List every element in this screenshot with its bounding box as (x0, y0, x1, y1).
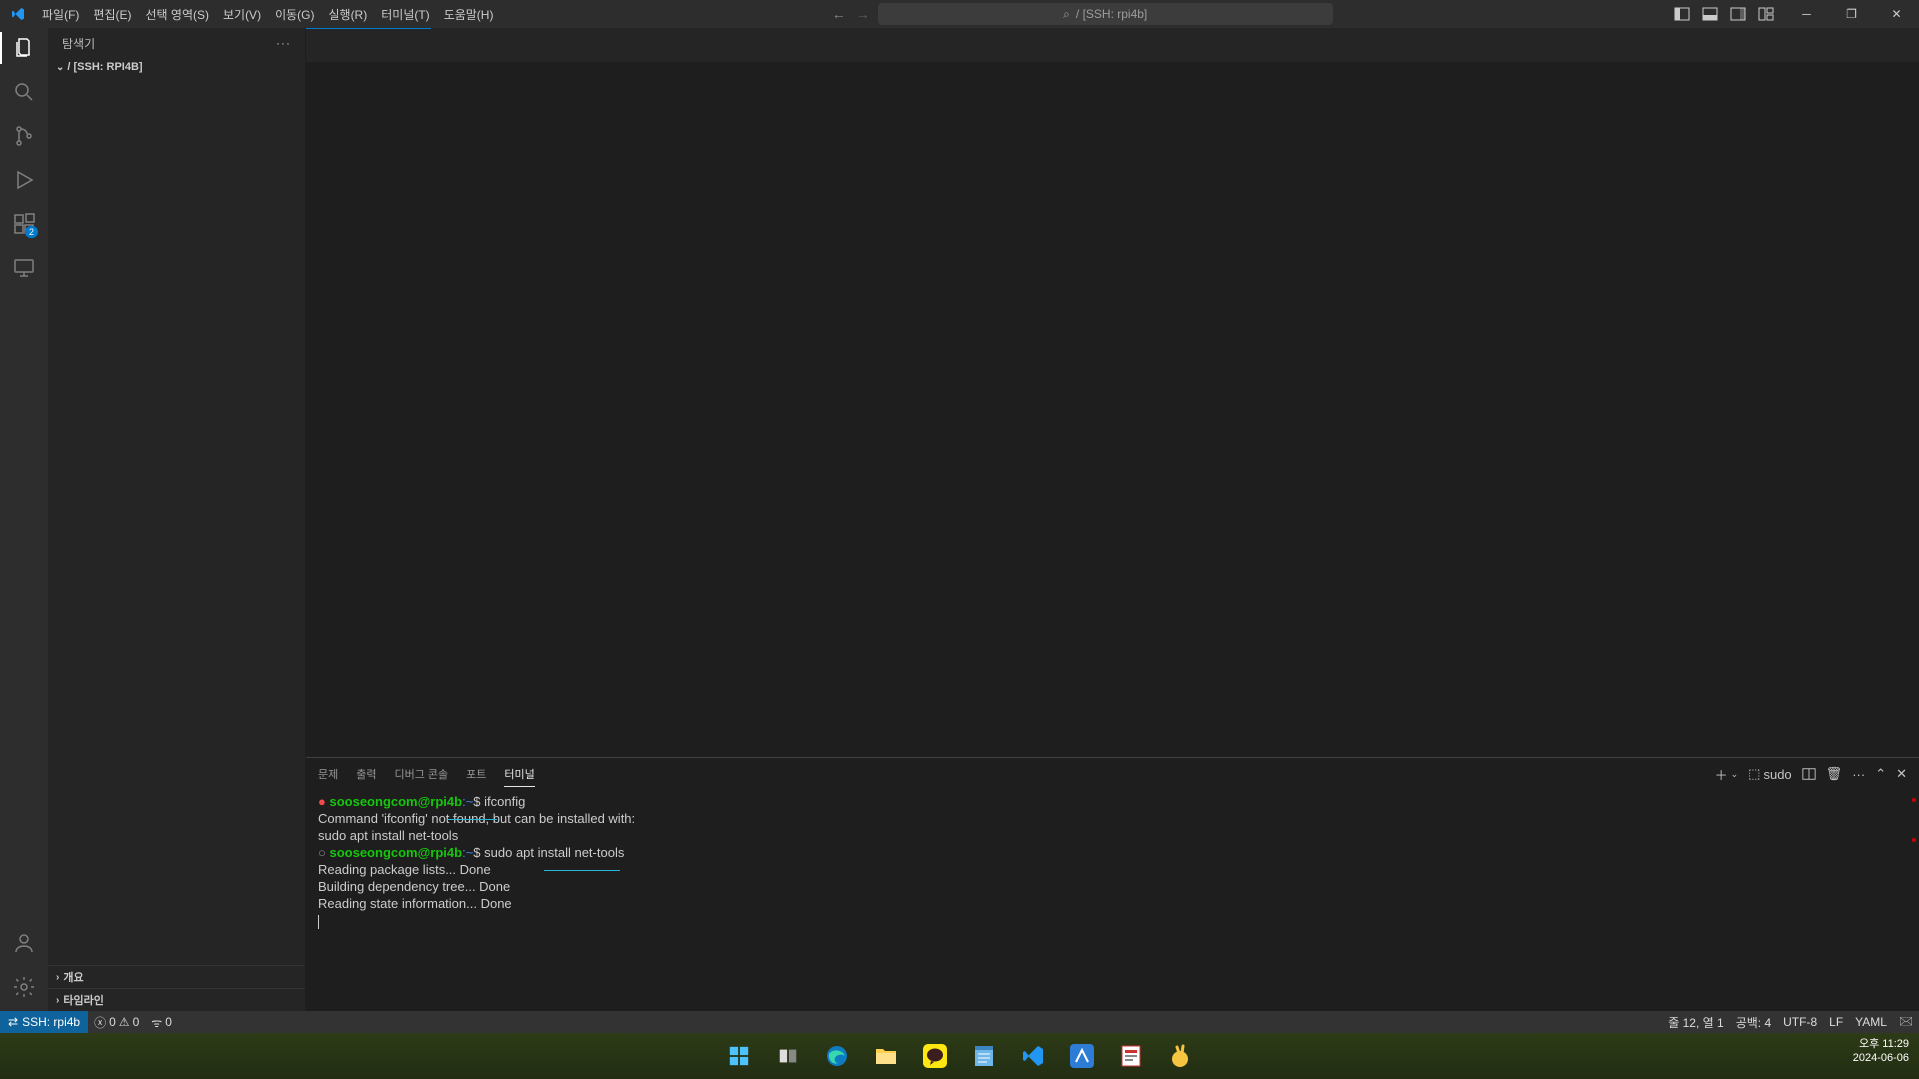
status-indentation[interactable]: 공백: 4 (1730, 1014, 1777, 1031)
editor-group: 문제 출력 디버그 콘솔 포트 터미널 ＋⌄ ⬚sudo 🗑 ··· ⌃ ✕ ●… (306, 28, 1919, 1011)
status-bar: ⇄ SSH: rpi4b ⓧ0 ⚠0 ᯤ0 줄 12, 열 1 공백: 4 UT… (0, 1011, 1919, 1033)
panel-tab-debug[interactable]: 디버그 콘솔 (395, 762, 449, 786)
windows-taskbar: 오후 11:29 2024-06-06 (0, 1033, 1919, 1079)
remote-explorer-icon[interactable] (12, 256, 36, 280)
terminal-scrollbar[interactable] (1909, 790, 1919, 1011)
menu-file[interactable]: 파일(F) (35, 6, 86, 23)
app-icon-1[interactable] (1062, 1036, 1102, 1076)
search-icon: ⌕ (1063, 7, 1070, 22)
close-panel-icon[interactable]: ✕ (1896, 766, 1907, 782)
folder-name: / [SSH: RPI4B] (67, 61, 142, 73)
terminal-content[interactable]: ● sooseongcom@rpi4b:~$ ifconfig Command … (306, 790, 1919, 1011)
maximize-panel-icon[interactable]: ⌃ (1875, 766, 1886, 782)
nav-back-icon[interactable]: ← (832, 6, 846, 22)
menu-bar: 파일(F) 편집(E) 선택 영역(S) 보기(V) 이동(G) 실행(R) 터… (35, 6, 500, 23)
status-dot-icon: ○ (318, 845, 326, 860)
kill-terminal-icon[interactable]: 🗑 (1826, 766, 1843, 782)
app-icon-3[interactable] (1160, 1036, 1200, 1076)
notepad-icon[interactable] (964, 1036, 1004, 1076)
window-close-button[interactable]: ✕ (1874, 0, 1919, 28)
chevron-down-icon: ⌄ (56, 62, 64, 73)
vscode-taskbar-icon[interactable] (1013, 1036, 1053, 1076)
explorer-icon[interactable] (12, 36, 36, 60)
source-control-icon[interactable] (12, 124, 36, 148)
timeline-section[interactable]: › 타임라인 (48, 988, 305, 1011)
menu-terminal[interactable]: 터미널(T) (374, 6, 436, 23)
run-debug-icon[interactable] (12, 168, 36, 192)
menu-edit[interactable]: 편집(E) (86, 6, 138, 23)
status-notifications-icon[interactable]: 🖂 (1893, 1012, 1919, 1033)
terminal-profile[interactable]: ⬚sudo (1748, 766, 1792, 782)
chevron-right-icon: › (56, 995, 59, 1006)
menu-selection[interactable]: 선택 영역(S) (138, 6, 216, 23)
remote-icon: ⇄ (8, 1015, 18, 1029)
window-minimize-button[interactable]: ─ (1784, 0, 1829, 28)
file-explorer-icon[interactable] (866, 1036, 906, 1076)
panel-tab-output[interactable]: 출력 (356, 762, 376, 786)
bottom-panel: 문제 출력 디버그 콘솔 포트 터미널 ＋⌄ ⬚sudo 🗑 ··· ⌃ ✕ ●… (306, 757, 1919, 1011)
system-clock[interactable]: 오후 11:29 2024-06-06 (1853, 1037, 1909, 1065)
chevron-down-icon: ⌄ (1731, 769, 1739, 780)
toggle-secondary-sidebar-icon[interactable] (1730, 6, 1746, 22)
extensions-badge: 2 (25, 226, 38, 238)
status-language[interactable]: YAML (1849, 1015, 1893, 1029)
terminal-cursor (318, 915, 319, 929)
menu-run[interactable]: 실행(R) (321, 6, 374, 23)
timeline-label: 타임라인 (63, 992, 103, 1008)
remote-indicator[interactable]: ⇄ SSH: rpi4b (0, 1011, 88, 1033)
nav-forward-icon[interactable]: → (856, 6, 870, 22)
status-problems[interactable]: ⓧ0 ⚠0 (88, 1014, 145, 1031)
sidebar-more-icon[interactable]: ··· (276, 36, 291, 50)
search-text: / [SSH: rpi4b] (1076, 7, 1147, 21)
error-icon: ⓧ (94, 1014, 106, 1031)
vscode-logo-icon (0, 6, 35, 22)
panel-more-icon[interactable]: ··· (1852, 767, 1865, 782)
menu-go[interactable]: 이동(G) (268, 6, 321, 23)
panel-tab-terminal[interactable]: 터미널 (504, 762, 534, 787)
activity-bar: 2 (0, 28, 48, 1011)
split-terminal-icon[interactable] (1802, 767, 1816, 781)
error-dot-icon: ● (318, 794, 326, 809)
title-bar: 파일(F) 편집(E) 선택 영역(S) 보기(V) 이동(G) 실행(R) 터… (0, 0, 1919, 28)
toggle-primary-sidebar-icon[interactable] (1674, 6, 1690, 22)
folder-header[interactable]: ⌄ / [SSH: RPI4B] (48, 58, 305, 76)
bash-icon: ⬚ (1748, 766, 1760, 782)
menu-help[interactable]: 도움말(H) (437, 6, 501, 23)
sidebar-title: 탐색기 (62, 35, 95, 52)
accounts-icon[interactable] (12, 931, 36, 955)
panel-tab-ports[interactable]: 포트 (466, 762, 486, 786)
customize-layout-icon[interactable] (1758, 6, 1774, 22)
app-icon-2[interactable] (1111, 1036, 1151, 1076)
toggle-panel-icon[interactable] (1702, 6, 1718, 22)
panel-tab-problems[interactable]: 문제 (318, 762, 338, 786)
editor-empty (306, 63, 1919, 757)
command-center-search[interactable]: ⌕ / [SSH: rpi4b] (878, 3, 1333, 25)
window-maximize-button[interactable]: ❐ (1829, 0, 1874, 28)
kakaotalk-icon[interactable] (915, 1036, 955, 1076)
editor-tabs[interactable] (306, 28, 1919, 63)
status-ports[interactable]: ᯤ0 (145, 1014, 178, 1031)
task-view-icon[interactable] (768, 1036, 808, 1076)
search-activity-icon[interactable] (12, 80, 36, 104)
menu-view[interactable]: 보기(V) (216, 6, 268, 23)
status-cursor-pos[interactable]: 줄 12, 열 1 (1662, 1014, 1729, 1031)
status-eol[interactable]: LF (1823, 1015, 1849, 1029)
extensions-icon[interactable]: 2 (12, 212, 36, 236)
chevron-right-icon: › (56, 972, 59, 983)
warning-icon: ⚠ (119, 1015, 130, 1029)
settings-gear-icon[interactable] (12, 975, 36, 999)
outline-section[interactable]: › 개요 (48, 965, 305, 988)
radio-tower-icon: ᯤ (151, 1014, 162, 1031)
edge-icon[interactable] (817, 1036, 857, 1076)
explorer-sidebar: 탐색기 ··· ⌄ / [SSH: RPI4B] › 개요 › 타임라인 (48, 28, 306, 1011)
new-terminal-button[interactable]: ＋⌄ (1715, 765, 1739, 784)
start-button[interactable] (719, 1036, 759, 1076)
status-encoding[interactable]: UTF-8 (1777, 1015, 1823, 1029)
outline-label: 개요 (63, 969, 83, 985)
